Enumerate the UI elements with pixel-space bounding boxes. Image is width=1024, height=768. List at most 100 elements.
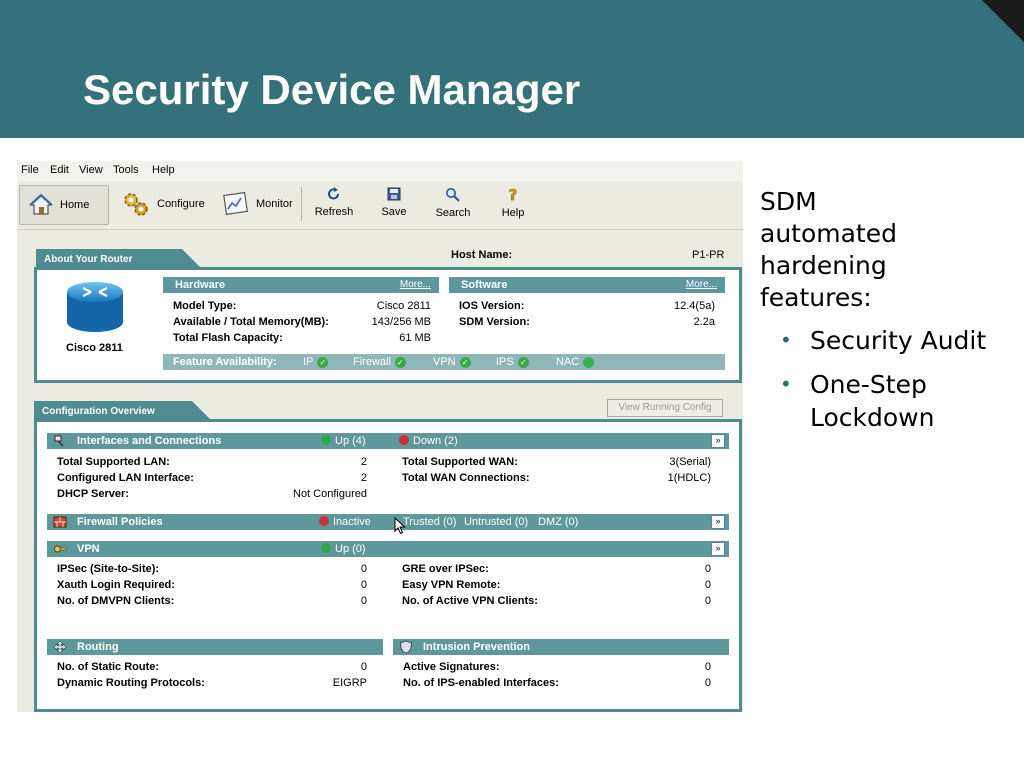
feature-ip: IP ✓ [303, 354, 329, 370]
bullet-dot-icon: • [780, 328, 792, 352]
save-button[interactable]: Save [369, 187, 419, 218]
routing-header[interactable]: Routing [47, 639, 383, 655]
slide-intro: SDM automated hardening features: [760, 187, 897, 312]
menu-edit[interactable]: Edit [50, 164, 69, 176]
menu-view[interactable]: View [79, 164, 103, 176]
configured-lan-label: Configured LAN Interface: [57, 472, 194, 484]
mouse-cursor-icon [394, 517, 406, 535]
total-wan-connections-value: 1(HDLC) [667, 472, 711, 484]
firewall-title: Firewall Policies [77, 516, 163, 528]
expand-chevron-icon[interactable]: » [711, 542, 725, 556]
toolbar: Home Configure Monitor Refresh Save Sear… [17, 181, 743, 230]
floppy-disk-icon [387, 187, 401, 201]
feature-nac: NAC [556, 354, 595, 370]
dmvpn-clients-label: No. of DMVPN Clients: [57, 595, 175, 607]
firewall-inactive-status: Inactive [319, 514, 371, 530]
search-icon [446, 188, 460, 202]
page-corner-fold [982, 0, 1024, 42]
dhcp-server-label: DHCP Server: [57, 488, 129, 500]
network-plug-icon [54, 435, 64, 447]
flash-label: Total Flash Capacity: [173, 332, 283, 344]
model-type-label: Model Type: [173, 300, 237, 312]
software-title: Software [461, 279, 508, 291]
firewall-untrusted: Untrusted (0) [464, 516, 529, 528]
software-header: Software More... [449, 277, 725, 293]
monitor-label: Monitor [256, 198, 293, 210]
vpn-up-status: Up (0) [321, 541, 366, 557]
slide-header: Security Device Manager [0, 0, 1024, 138]
total-lan-value: 2 [360, 456, 367, 468]
up-arrow-icon [321, 543, 331, 554]
firewall-header[interactable]: Firewall Policies Inactive Trusted (0) U… [47, 514, 729, 530]
check-icon: ✓ [459, 356, 471, 368]
shield-icon [400, 640, 412, 654]
interfaces-up-status: Up (4) [321, 433, 366, 449]
router-icon [67, 282, 123, 332]
up-arrow-icon [321, 435, 331, 446]
expand-chevron-icon[interactable]: » [711, 515, 725, 529]
bullet-dot-icon: • [780, 372, 792, 396]
active-signatures-value: 0 [704, 661, 711, 673]
ipsec-label: IPSec (Site-to-Site): [57, 563, 160, 575]
feature-availability-label: Feature Availability: [173, 356, 277, 368]
feature-vpn: VPN ✓ [433, 354, 471, 370]
software-more-link[interactable]: More... [686, 277, 717, 293]
home-button[interactable]: Home [19, 185, 109, 225]
configured-lan-value: 2 [360, 472, 367, 484]
sdm-version-value: 2.2a [693, 316, 715, 328]
search-label: Search [435, 207, 471, 219]
dmvpn-clients-value: 0 [360, 595, 367, 607]
about-router-panel: Cisco 2811 Hardware More... Model Type: … [34, 267, 742, 383]
vpn-header[interactable]: VPN Up (0) » [47, 541, 729, 557]
hardware-header: Hardware More... [163, 277, 439, 293]
active-vpn-clients-label: No. of Active VPN Clients: [402, 595, 538, 607]
flash-value: 61 MB [399, 332, 431, 344]
intrusion-prevention-header[interactable]: Intrusion Prevention [393, 639, 729, 655]
hardware-more-link[interactable]: More... [400, 277, 431, 293]
configure-label: Configure [157, 198, 205, 210]
firewall-brick-icon [53, 516, 67, 528]
status-dot-icon [583, 356, 595, 368]
total-wan-value: 3(Serial) [669, 456, 711, 468]
easy-vpn-label: Easy VPN Remote: [402, 579, 501, 591]
check-icon: ✓ [394, 356, 406, 368]
ipsec-value: 0 [360, 563, 367, 575]
firewall-dmz: DMZ (0) [538, 516, 579, 528]
routing-arrows-icon [53, 640, 67, 654]
total-lan-label: Total Supported LAN: [57, 456, 170, 468]
ios-version-value: 12.4(5a) [674, 300, 715, 312]
view-running-config-button[interactable]: View Running Config [607, 399, 723, 417]
bullet-item: • One-Step Lockdown [780, 370, 935, 432]
bullet-list: • Security Audit • One-Step Lockdown [760, 324, 1020, 434]
sdm-version-label: SDM Version: [459, 316, 530, 328]
about-router-tab: About Your Router [36, 249, 202, 269]
sdm-window: File Edit View Tools Help Home Configure [17, 161, 743, 712]
dynamic-routing-label: Dynamic Routing Protocols: [57, 677, 205, 689]
intrusion-prevention-title: Intrusion Prevention [423, 641, 530, 653]
total-wan-label: Total Supported WAN: [402, 456, 518, 468]
slide-body: SDM automated hardening features: • Secur… [760, 186, 1020, 445]
menu-file[interactable]: File [21, 164, 39, 176]
save-label: Save [381, 206, 407, 218]
expand-chevron-icon[interactable]: » [711, 434, 725, 448]
search-button[interactable]: Search [428, 187, 478, 219]
menu-tools[interactable]: Tools [113, 164, 139, 176]
refresh-icon [328, 187, 339, 200]
help-button[interactable]: ? Help [488, 186, 538, 219]
ios-version-label: IOS Version: [459, 300, 525, 312]
ips-interfaces-value: 0 [704, 677, 711, 689]
refresh-button[interactable]: Refresh [309, 187, 359, 218]
xauth-label: Xauth Login Required: [57, 579, 175, 591]
down-arrow-icon [399, 435, 409, 446]
interfaces-header[interactable]: Interfaces and Connections Up (4) Down (… [47, 433, 729, 449]
menu-help[interactable]: Help [152, 164, 175, 176]
static-route-value: 0 [360, 661, 367, 673]
check-icon: ✓ [317, 356, 329, 368]
router-model-label: Cisco 2811 [66, 342, 123, 354]
feature-availability-bar: Feature Availability: IP ✓ Firewall ✓ VPN ✓… [163, 354, 725, 370]
xauth-value: 0 [360, 579, 367, 591]
slide-title: Security Device Manager [83, 66, 581, 113]
configure-button[interactable]: Configure [121, 185, 205, 223]
vpn-title: VPN [77, 543, 100, 555]
monitor-button[interactable]: Monitor [222, 185, 293, 223]
